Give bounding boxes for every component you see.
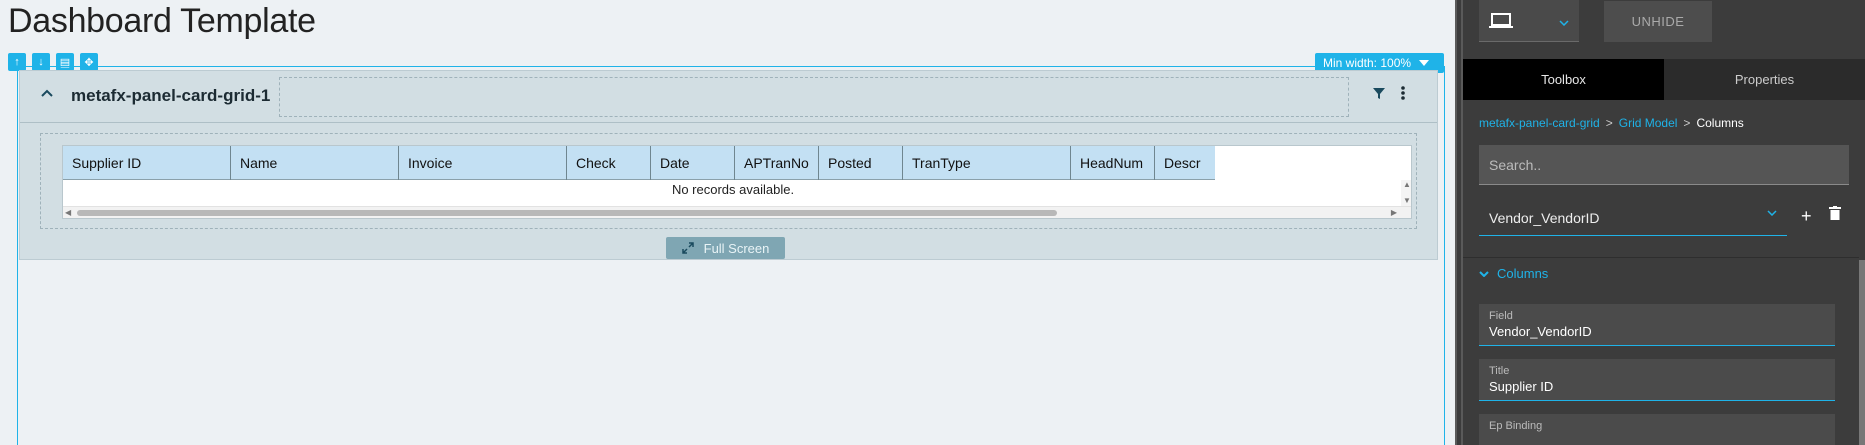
full-screen-button[interactable]: Full Screen (666, 237, 785, 259)
unhide-button[interactable]: UNHIDE (1604, 1, 1712, 42)
design-canvas: Dashboard Template ↑ ↓ ▤ ✥ Min width: 10… (0, 0, 1456, 445)
tab-toolbox[interactable]: Toolbox (1463, 59, 1664, 100)
column-header[interactable]: Date (651, 146, 735, 180)
column-header[interactable]: Posted (819, 146, 903, 180)
scroll-right-icon[interactable]: ▶ (1391, 208, 1397, 217)
section-title: Columns (1497, 266, 1549, 281)
section-divider (1463, 257, 1859, 258)
column-select[interactable]: Vendor_VendorID (1479, 200, 1787, 236)
chevron-up-icon[interactable] (38, 85, 56, 103)
card-header: metafx-panel-card-grid-1 (20, 71, 1437, 123)
empty-message: No records available. (671, 182, 795, 197)
expand-icon (681, 242, 694, 254)
breadcrumb-link[interactable]: Grid Model (1619, 116, 1678, 130)
caret-down-icon (1419, 60, 1430, 66)
add-icon[interactable]: + (1801, 206, 1812, 227)
canvas-scrollbar[interactable] (1455, 0, 1463, 445)
more-vertical-icon[interactable] (1400, 84, 1406, 107)
chevron-down-icon (1559, 20, 1569, 26)
column-header[interactable]: Invoice (399, 146, 567, 180)
column-header[interactable]: APTranNo (735, 146, 819, 180)
scroll-down-icon[interactable]: ▼ (1403, 196, 1411, 205)
scroll-up-icon[interactable]: ▲ (1403, 180, 1411, 189)
ep-binding-label: Ep Binding (1489, 420, 1543, 432)
breadcrumb: metafx-panel-card-grid > Grid Model > Co… (1479, 116, 1744, 130)
chevron-down-icon (1479, 270, 1489, 277)
scroll-left-icon[interactable]: ◀ (65, 208, 71, 217)
breadcrumb-current: Columns (1696, 116, 1744, 130)
filter-icon[interactable] (1372, 86, 1386, 105)
min-width-label: Min width: 100% (1323, 56, 1412, 70)
vertical-scrollbar[interactable]: ▲ ▼ (1401, 180, 1411, 206)
panel-tabs: Toolbox Properties (1463, 59, 1865, 100)
title-input[interactable]: Title Supplier ID (1479, 359, 1835, 401)
card-title: metafx-panel-card-grid-1 (71, 86, 271, 105)
breadcrumb-separator: > (1683, 116, 1691, 130)
header-drop-zone (279, 77, 1349, 117)
breadcrumb-separator: > (1605, 116, 1613, 130)
column-header[interactable]: Descr (1155, 146, 1215, 180)
ep-binding-input[interactable]: Ep Binding (1479, 414, 1835, 445)
horizontal-scrollbar[interactable]: ◀ ▶ (63, 206, 1411, 218)
breadcrumb-link[interactable]: metafx-panel-card-grid (1479, 116, 1600, 130)
column-header[interactable]: TranType (903, 146, 1071, 180)
field-label: Field (1489, 310, 1513, 322)
chevron-down-icon (1767, 210, 1777, 216)
field-value: Vendor_VendorID (1489, 324, 1592, 339)
column-header[interactable]: Name (231, 146, 399, 180)
column-header[interactable]: HeadNum (1071, 146, 1155, 180)
data-grid: Supplier ID Name Invoice Check Date APTr… (62, 145, 1412, 219)
column-select-value: Vendor_VendorID (1489, 209, 1600, 226)
scrollbar-thumb[interactable] (77, 210, 1057, 216)
trash-icon[interactable] (1829, 206, 1841, 225)
field-input[interactable]: Field Vendor_VendorID (1479, 304, 1835, 346)
device-select[interactable] (1479, 0, 1579, 42)
panel-card: metafx-panel-card-grid-1 Supplier ID Nam… (19, 70, 1438, 260)
column-header[interactable]: Check (567, 146, 651, 180)
column-header[interactable]: Supplier ID (63, 146, 231, 180)
title-label: Title (1489, 365, 1510, 377)
full-screen-label: Full Screen (703, 240, 770, 256)
panel-scrollbar[interactable] (1859, 260, 1865, 445)
grid-header: Supplier ID Name Invoice Check Date APTr… (63, 146, 1215, 180)
properties-panel: UNHIDE Toolbox Properties metafx-panel-c… (1463, 0, 1865, 445)
grid-drop-zone: Supplier ID Name Invoice Check Date APTr… (40, 133, 1417, 229)
tab-properties[interactable]: Properties (1664, 59, 1865, 100)
columns-section-header[interactable]: Columns (1479, 266, 1548, 281)
title-value: Supplier ID (1489, 379, 1554, 394)
search-input[interactable] (1479, 145, 1849, 185)
laptop-icon (1489, 13, 1513, 28)
page-title: Dashboard Template (8, 2, 316, 40)
